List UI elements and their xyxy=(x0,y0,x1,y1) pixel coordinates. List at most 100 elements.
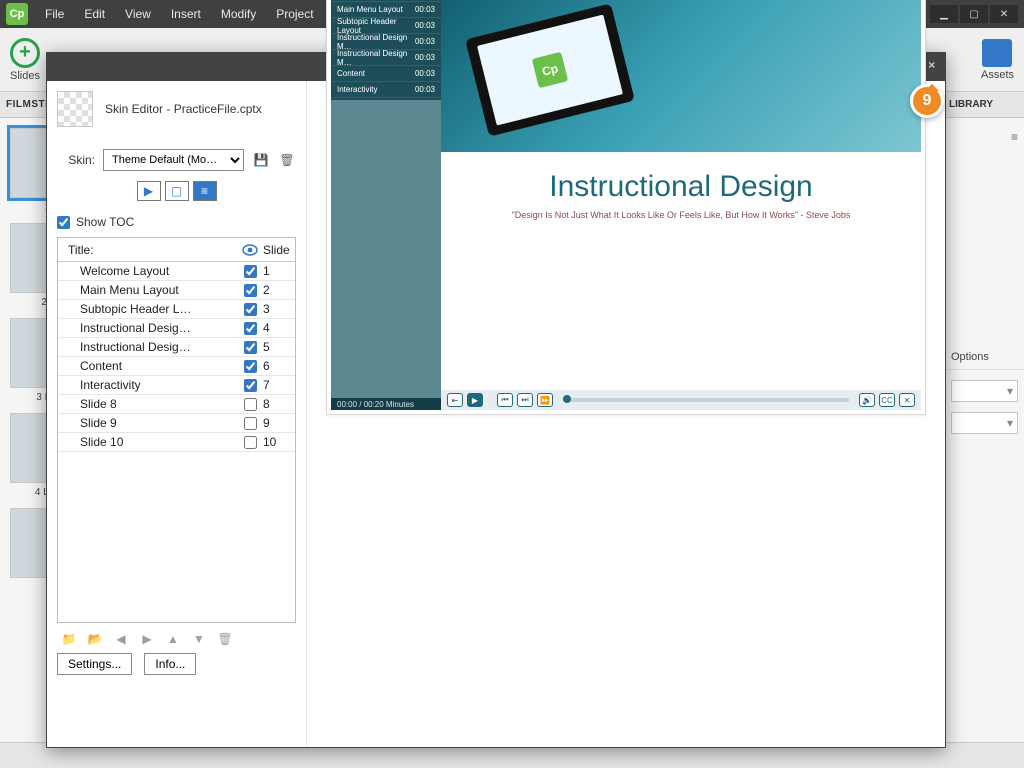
toc-row-checkbox[interactable] xyxy=(244,398,257,411)
toc-title-header: Title: xyxy=(58,243,239,257)
toc-row-visible[interactable] xyxy=(239,360,261,373)
toc-buttons: Settings... Info... xyxy=(57,653,296,675)
delete-icon[interactable]: 🗑 xyxy=(217,631,233,647)
folder-icon[interactable]: 📁 xyxy=(61,631,77,647)
toc-row[interactable]: Content6 xyxy=(58,357,295,376)
show-toc-checkbox[interactable]: Show TOC xyxy=(57,215,296,229)
toc-header-row: Title: Slide xyxy=(58,238,295,262)
toc-row-visible[interactable] xyxy=(239,398,261,411)
skin-section-tabs: ▶ ▢ ≡ xyxy=(57,181,296,201)
slides-button[interactable]: + Slides xyxy=(10,38,40,82)
info-button[interactable]: Info... xyxy=(144,653,196,675)
file-row: Skin Editor - PracticeFile.cptx xyxy=(57,91,296,127)
toc-toggle-icon[interactable]: ⇤ xyxy=(447,393,463,407)
cc-button[interactable]: CC xyxy=(879,393,895,407)
play-icon[interactable]: ▶ xyxy=(467,393,483,407)
toc-row-visible[interactable] xyxy=(239,265,261,278)
toc-row-visible[interactable] xyxy=(239,379,261,392)
toc-row-checkbox[interactable] xyxy=(244,341,257,354)
toc-row-checkbox[interactable] xyxy=(244,284,257,297)
toc-row-title: Content xyxy=(58,359,239,373)
preview-toc-item: Interactivity00:03 xyxy=(331,82,441,98)
dialog-close-button[interactable]: × xyxy=(925,59,939,73)
toc-row-visible[interactable] xyxy=(239,284,261,297)
menu-edit[interactable]: Edit xyxy=(75,3,114,25)
preview-toc: Slide Title Duration Welcome Layout00:03… xyxy=(331,0,441,410)
toc-row[interactable]: Instructional Desig…4 xyxy=(58,319,295,338)
menu-insert[interactable]: Insert xyxy=(162,3,210,25)
delete-skin-icon[interactable]: 🗑 xyxy=(278,151,296,169)
toc-row-visible[interactable] xyxy=(239,341,261,354)
rewind-icon[interactable]: ⏮ xyxy=(497,393,513,407)
preview-playbar: ⇤ ▶ ⏮ ⏭ ⏩ 🔊 CC ✕ xyxy=(441,390,921,410)
plus-icon: + xyxy=(10,38,40,68)
menu-view[interactable]: View xyxy=(116,3,160,25)
folder-back-icon[interactable]: 📂 xyxy=(87,631,103,647)
toc-grid: Title: Slide Welcome Layout1Main Menu La… xyxy=(57,237,296,623)
close-button[interactable]: ✕ xyxy=(990,5,1018,23)
skin-editor-left: Skin Editor - PracticeFile.cptx Skin: Th… xyxy=(47,81,307,747)
menu-file[interactable]: File xyxy=(36,3,73,25)
exit-icon[interactable]: ✕ xyxy=(899,393,915,407)
menu-modify[interactable]: Modify xyxy=(212,3,265,25)
skin-row: Skin: Theme Default (Mo… 💾 🗑 xyxy=(57,149,296,171)
forward-icon[interactable]: ⏭ xyxy=(517,393,533,407)
toc-row-slide: 7 xyxy=(261,378,295,392)
toc-row-checkbox[interactable] xyxy=(244,436,257,449)
toc-row-visible[interactable] xyxy=(239,417,261,430)
toc-row-checkbox[interactable] xyxy=(244,379,257,392)
toc-row-title: Subtopic Header L… xyxy=(58,302,239,316)
progress-track[interactable] xyxy=(563,398,849,402)
settings-button[interactable]: Settings... xyxy=(57,653,132,675)
toc-row[interactable]: Welcome Layout1 xyxy=(58,262,295,281)
save-skin-icon[interactable]: 💾 xyxy=(252,151,270,169)
menu-project[interactable]: Project xyxy=(267,3,322,25)
library-tab[interactable]: LIBRARY xyxy=(945,92,1024,118)
toc-row-checkbox[interactable] xyxy=(244,303,257,316)
toc-row-visible[interactable] xyxy=(239,322,261,335)
step-callout: 9 xyxy=(910,84,944,118)
toc-row-visible[interactable] xyxy=(239,436,261,449)
move-down-icon[interactable]: ▼ xyxy=(191,631,207,647)
minimize-button[interactable]: ▁ xyxy=(930,5,958,23)
window-controls: ▁ ▢ ✕ xyxy=(928,5,1018,23)
preview-title: Instructional Design xyxy=(441,152,921,204)
toc-row-slide: 5 xyxy=(261,340,295,354)
toc-row[interactable]: Main Menu Layout2 xyxy=(58,281,295,300)
toc-toolbar: 📁 📂 ◀ ▶ ▲ ▼ 🗑 xyxy=(57,623,296,653)
file-name: Skin Editor - PracticeFile.cptx xyxy=(105,102,262,116)
toc-row-title: Slide 8 xyxy=(58,397,239,411)
skin-dropdown[interactable]: Theme Default (Mo… xyxy=(103,149,244,171)
move-up-icon[interactable]: ▲ xyxy=(165,631,181,647)
toc-row-checkbox[interactable] xyxy=(244,417,257,430)
toc-row-checkbox[interactable] xyxy=(244,360,257,373)
show-toc-input[interactable] xyxy=(57,216,70,229)
preview-toc-item: Instructional Design M…00:03 xyxy=(331,50,441,66)
toc-row[interactable]: Interactivity7 xyxy=(58,376,295,395)
toc-row-checkbox[interactable] xyxy=(244,322,257,335)
dropdown[interactable]: ▾ xyxy=(951,412,1018,434)
transparency-swatch xyxy=(57,91,93,127)
toc-row[interactable]: Subtopic Header L…3 xyxy=(58,300,295,319)
options-tab[interactable]: Options xyxy=(945,344,1024,370)
toc-row[interactable]: Slide 88 xyxy=(58,395,295,414)
playbar-tab[interactable]: ▶ xyxy=(137,181,161,201)
volume-icon[interactable]: 🔊 xyxy=(859,393,875,407)
maximize-button[interactable]: ▢ xyxy=(960,5,988,23)
move-left-icon[interactable]: ◀ xyxy=(113,631,129,647)
dropdown[interactable]: ▾ xyxy=(951,380,1018,402)
borders-tab[interactable]: ▢ xyxy=(165,181,189,201)
fast-forward-icon[interactable]: ⏩ xyxy=(537,393,553,407)
toc-row-title: Instructional Desig… xyxy=(58,340,239,354)
skin-editor-preview-area: Instructional Design Basics Slide Title … xyxy=(307,81,945,747)
toc-row-visible[interactable] xyxy=(239,303,261,316)
toc-row-checkbox[interactable] xyxy=(244,265,257,278)
toc-tab[interactable]: ≡ xyxy=(193,181,217,201)
toc-row[interactable]: Slide 1010 xyxy=(58,433,295,452)
assets-button[interactable]: Assets xyxy=(981,39,1014,81)
toc-row[interactable]: Instructional Desig… 5 xyxy=(58,338,295,357)
move-right-icon[interactable]: ▶ xyxy=(139,631,155,647)
skin-label: Skin: xyxy=(57,153,95,167)
slides-label: Slides xyxy=(10,70,40,82)
toc-row[interactable]: Slide 99 xyxy=(58,414,295,433)
